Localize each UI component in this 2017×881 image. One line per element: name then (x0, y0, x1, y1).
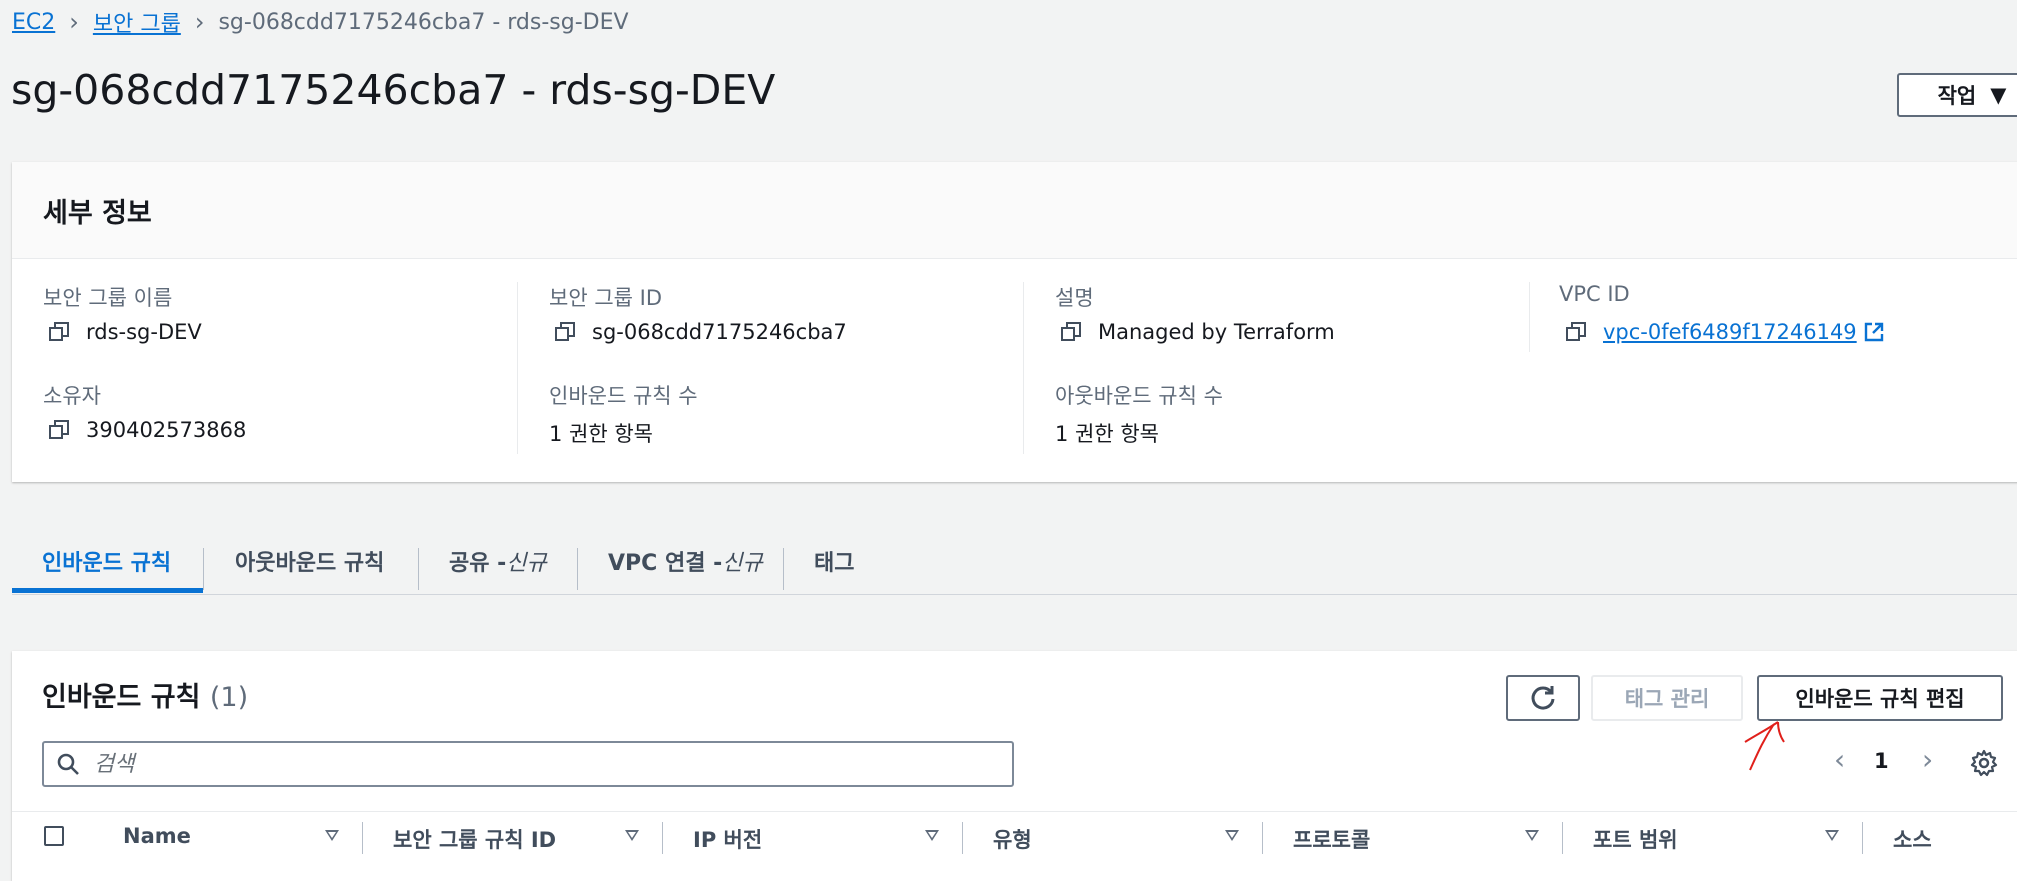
column-divider[interactable] (1262, 822, 1263, 854)
sg-name-field: rds-sg-DEV (48, 320, 202, 344)
actions-button[interactable]: 작업 ▼ (1897, 73, 2017, 117)
tab-sharing[interactable]: 공유 - 신규 (449, 530, 547, 592)
active-tab-indicator (12, 588, 203, 593)
column-divider (1529, 282, 1530, 352)
vpc-id-link[interactable]: vpc-0fef6489f17246149 (1603, 320, 1857, 344)
page-number[interactable]: 1 (1874, 749, 1889, 773)
inbound-count-label: 인바운드 규칙 수 (549, 384, 698, 408)
tab-divider (203, 548, 204, 590)
description-field: Managed by Terraform (1060, 320, 1335, 344)
tab-vpc-associations[interactable]: VPC 연결 - 신규 (608, 530, 763, 592)
column-divider (1023, 282, 1024, 454)
external-link-icon[interactable] (1863, 321, 1885, 343)
copy-icon[interactable] (1565, 321, 1587, 343)
description-value: Managed by Terraform (1098, 320, 1335, 344)
inbound-rules-count: (1) (209, 682, 249, 713)
column-divider (517, 282, 518, 454)
copy-icon[interactable] (1060, 321, 1082, 343)
copy-icon[interactable] (48, 419, 70, 441)
sort-icon[interactable] (1225, 830, 1239, 841)
inbound-rules-heading: 인바운드 규칙 (1) (42, 675, 248, 714)
sg-id-label: 보안 그룹 ID (549, 286, 662, 310)
column-header-name[interactable]: Name (123, 824, 191, 848)
tab-divider (783, 548, 784, 590)
search-field[interactable] (42, 741, 1014, 787)
details-panel: 세부 정보 보안 그룹 이름 rds-sg-DEV 보안 그룹 ID sg-06… (12, 162, 2017, 482)
sort-icon[interactable] (325, 830, 339, 841)
column-header-source[interactable]: 소스 (1893, 824, 1932, 854)
owner-field: 390402573868 (48, 418, 246, 442)
page-title: sg-068cdd7175246cba7 - rds-sg-DEV (11, 66, 776, 114)
caret-down-icon: ▼ (1990, 83, 2007, 107)
tab-divider (577, 548, 578, 590)
chevron-right-icon: › (69, 8, 79, 36)
copy-icon[interactable] (48, 321, 70, 343)
sg-id-value: sg-068cdd7175246cba7 (592, 320, 847, 344)
actions-button-label: 작업 (1937, 84, 1977, 108)
breadcrumb: EC2 › 보안 그룹 › sg-068cdd7175246cba7 - rds… (12, 6, 629, 38)
column-header-port-range[interactable]: 포트 범위 (1593, 824, 1678, 854)
annotation-arrow-icon (1744, 721, 1785, 771)
chevron-right-icon: › (194, 8, 205, 36)
outbound-count-label: 아웃바운드 규칙 수 (1055, 384, 1223, 408)
copy-icon[interactable] (554, 321, 576, 343)
new-badge: 신규 (506, 551, 547, 576)
column-divider[interactable] (1562, 822, 1563, 854)
sort-icon[interactable] (1825, 830, 1839, 841)
select-all-checkbox[interactable] (44, 826, 64, 846)
sg-name-label: 보안 그룹 이름 (43, 286, 173, 310)
new-badge: 신규 (722, 551, 763, 576)
column-divider[interactable] (662, 822, 663, 854)
sort-icon[interactable] (925, 830, 939, 841)
owner-label: 소유자 (43, 384, 101, 408)
owner-value: 390402573868 (86, 418, 247, 442)
inbound-count-value: 1 권한 항목 (549, 422, 653, 446)
inbound-rules-title: 인바운드 규칙 (42, 682, 201, 713)
breadcrumb-security-groups-link[interactable]: 보안 그룹 (93, 6, 181, 38)
tab-sharing-label: 공유 - (449, 551, 507, 576)
column-header-type[interactable]: 유형 (993, 824, 1032, 854)
manage-tags-button[interactable]: 태그 관리 (1591, 675, 1743, 721)
sort-icon[interactable] (625, 830, 639, 841)
table-header: Name 보안 그룹 규칙 ID IP 버전 유형 프로토콜 포트 범위 소스 (12, 811, 2017, 868)
sg-name-value: rds-sg-DEV (86, 320, 202, 344)
tab-vpc-label: VPC 연결 - (608, 551, 723, 576)
tab-bar: 인바운드 규칙 아웃바운드 규칙 공유 - 신규 VPC 연결 - 신규 태그 (12, 530, 2017, 595)
details-title: 세부 정보 (12, 162, 2017, 259)
vpc-id-field: vpc-0fef6489f17246149 (1565, 320, 1885, 344)
refresh-icon (1531, 686, 1555, 710)
prev-page-icon[interactable]: ‹ (1834, 743, 1845, 776)
next-page-icon[interactable]: › (1922, 743, 1933, 776)
tab-divider (418, 548, 419, 590)
search-icon (57, 753, 79, 775)
settings-gear-icon[interactable] (1970, 749, 1998, 777)
inbound-rules-panel: 인바운드 규칙 (1) 태그 관리 인바운드 규칙 편집 ‹ 1 › Name … (12, 651, 2017, 881)
breadcrumb-current: sg-068cdd7175246cba7 - rds-sg-DEV (218, 9, 629, 35)
tab-tags[interactable]: 태그 (814, 530, 854, 592)
column-divider[interactable] (962, 822, 963, 854)
breadcrumb-ec2-link[interactable]: EC2 (12, 10, 55, 35)
tab-inbound-rules[interactable]: 인바운드 규칙 (42, 530, 171, 592)
column-divider[interactable] (362, 822, 363, 854)
column-header-rule-id[interactable]: 보안 그룹 규칙 ID (393, 824, 556, 854)
tab-outbound-rules[interactable]: 아웃바운드 규칙 (235, 530, 384, 592)
column-header-protocol[interactable]: 프로토콜 (1293, 824, 1370, 854)
search-input[interactable] (92, 750, 996, 778)
refresh-button[interactable] (1506, 675, 1580, 721)
description-label: 설명 (1055, 286, 1094, 310)
outbound-count-value: 1 권한 항목 (1055, 422, 1159, 446)
sort-icon[interactable] (1525, 830, 1539, 841)
vpc-id-label: VPC ID (1559, 282, 1630, 306)
column-header-ip-version[interactable]: IP 버전 (693, 824, 762, 854)
column-divider[interactable] (1862, 822, 1863, 854)
sg-id-field: sg-068cdd7175246cba7 (554, 320, 847, 344)
